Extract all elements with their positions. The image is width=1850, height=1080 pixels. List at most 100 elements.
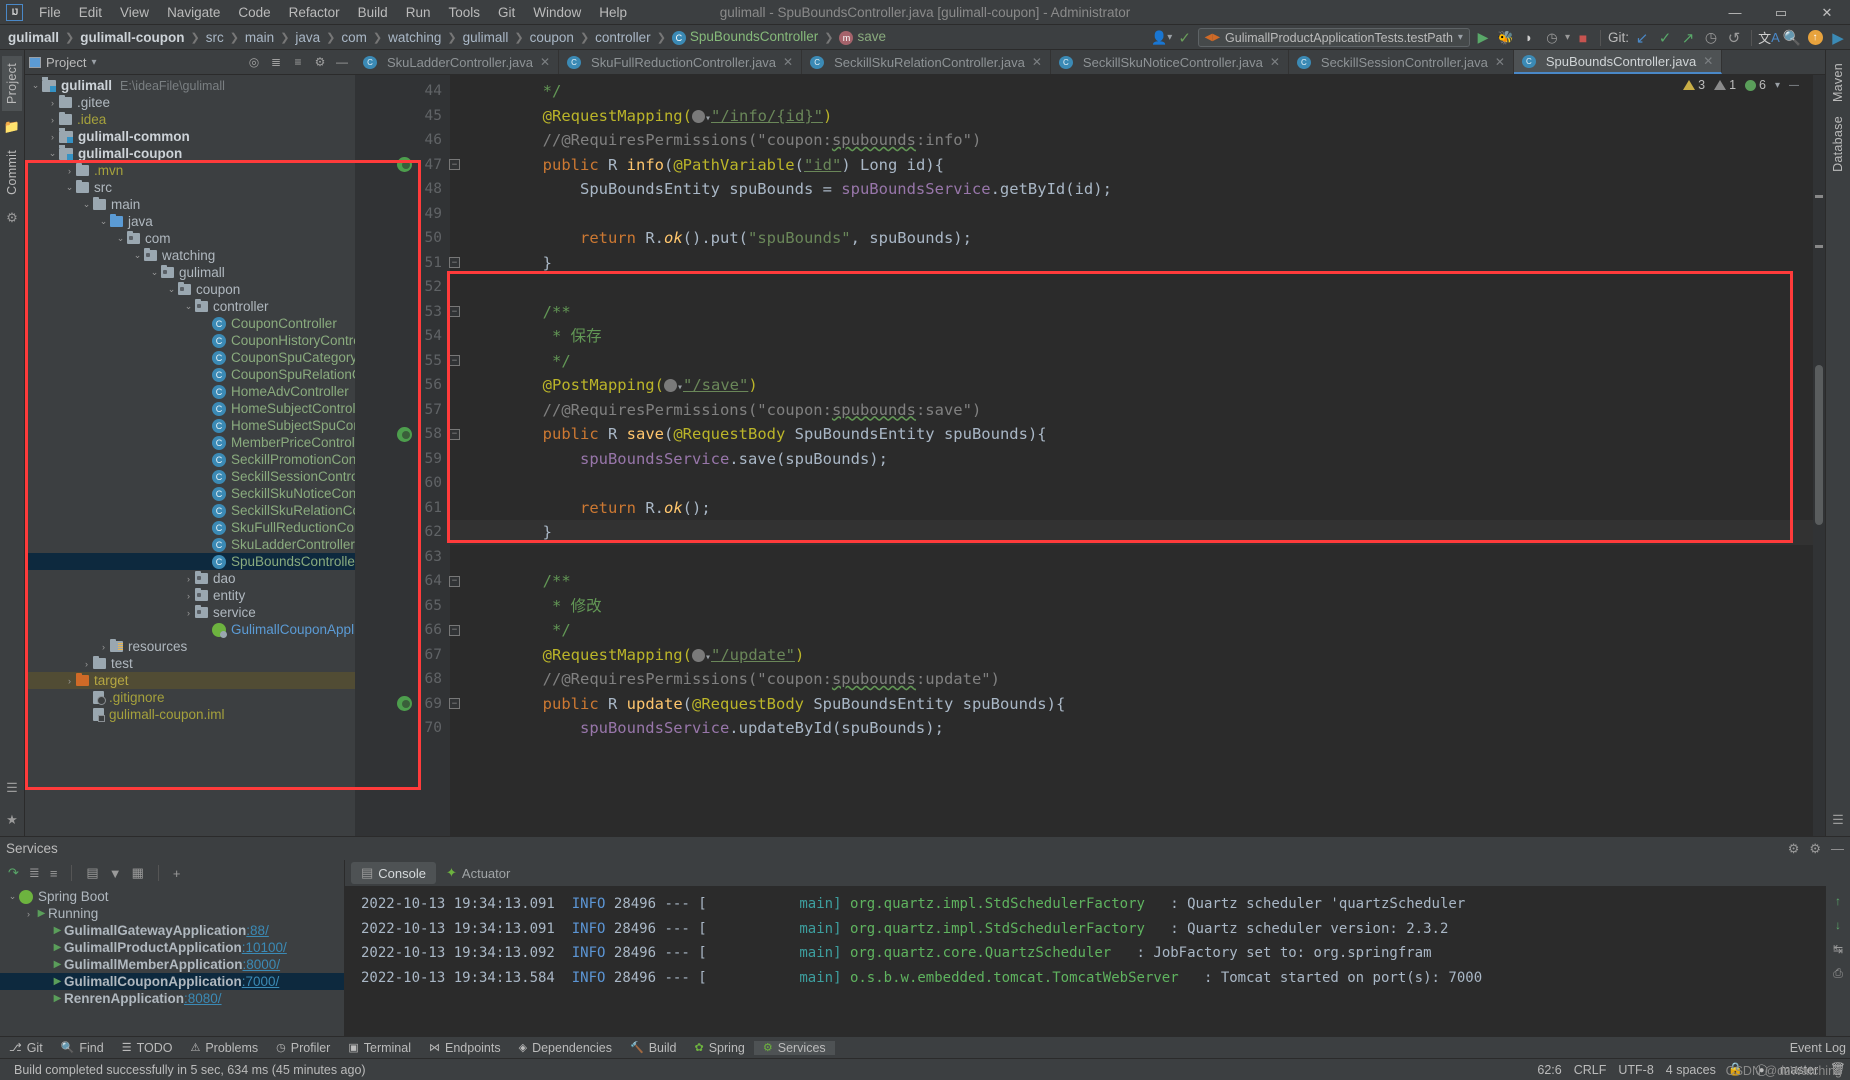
soft-wrap-icon[interactable]: ↹ [1833, 942, 1843, 956]
chevron-down-icon[interactable]: ⌄ [80, 199, 93, 210]
close-icon[interactable]: ✕ [783, 55, 793, 69]
code-line[interactable]: return R.ok().put("spuBounds", spuBounds… [450, 226, 1825, 251]
project-panel-title[interactable]: Project ▾ [29, 55, 97, 70]
tree-node-homesubjectcontroller[interactable]: C HomeSubjectController [25, 400, 355, 417]
close-icon[interactable]: ✕ [1032, 55, 1042, 69]
tree-node-com[interactable]: ⌄ com [25, 230, 355, 247]
chevron-down-icon[interactable]: ⌄ [29, 80, 42, 91]
service-port-link[interactable]: :88/ [246, 923, 269, 938]
line-number[interactable]: 54 [355, 324, 450, 349]
menu-item-edit[interactable]: Edit [70, 2, 111, 23]
run-icon[interactable]: ▶ [1473, 28, 1493, 47]
tree-node--idea[interactable]: › .idea [25, 111, 355, 128]
code-line[interactable]: public R update(@RequestBody SpuBoundsEn… [450, 692, 1825, 717]
menu-item-view[interactable]: View [111, 2, 158, 23]
menu-item-code[interactable]: Code [229, 2, 279, 23]
code-editor[interactable]: 44 45 46 47− 48 49 50 51− 52 53− 54 55− 56 57 58− 59 60 6… [355, 75, 1825, 836]
menu-item-window[interactable]: Window [524, 2, 590, 23]
spring-endpoint-gutter-icon[interactable] [397, 157, 412, 173]
code-line[interactable] [450, 471, 1825, 496]
line-number[interactable]: 58− [355, 422, 460, 447]
console-tab-actuator[interactable]: ✦ Actuator [436, 862, 520, 884]
breadcrumb-item-3[interactable]: main [241, 29, 278, 46]
run-configuration-selector[interactable]: ◀▶ GulimallProductApplicationTests.testP… [1197, 28, 1470, 47]
menu-item-navigate[interactable]: Navigate [158, 2, 229, 23]
tree-node-resources[interactable]: › resources [25, 638, 355, 655]
tree-node-memberpricecontroller[interactable]: C MemberPriceController [25, 434, 355, 451]
tree-node-homeadvcontroller[interactable]: C HomeAdvController [25, 383, 355, 400]
git-update-icon[interactable]: ↙ [1632, 28, 1652, 47]
line-number[interactable]: 56 [355, 373, 450, 398]
tool-window-button-endpoints[interactable]: ⋈ Endpoints [420, 1041, 510, 1055]
maximize-button[interactable]: ▭ [1758, 0, 1804, 25]
chevron-down-icon[interactable]: ⌄ [148, 267, 161, 278]
close-icon[interactable]: ✕ [1495, 55, 1505, 69]
services-gear-icon[interactable]: ⚙ [1809, 841, 1821, 857]
code-line[interactable]: */ [450, 618, 1825, 643]
line-number[interactable]: 47− [355, 153, 460, 178]
chevron-down-icon[interactable]: ⌄ [63, 182, 76, 193]
tool-window-button-todo[interactable]: ☰ TODO [113, 1041, 182, 1055]
profile-icon[interactable]: 👤 ▾ [1151, 28, 1172, 47]
tool-tab-project[interactable]: Project [2, 56, 22, 112]
tree-node-seckillsessioncontroller[interactable]: C SeckillSessionController [25, 468, 355, 485]
line-number[interactable]: 67 [355, 643, 450, 668]
run-coverage-icon[interactable]: ◗ [1519, 28, 1539, 47]
line-number[interactable]: 52 [355, 275, 450, 300]
close-icon[interactable]: ✕ [1270, 55, 1280, 69]
line-number[interactable]: 45 [355, 104, 450, 129]
menu-item-help[interactable]: Help [590, 2, 636, 23]
collapse-all-icon[interactable]: ≡ [50, 866, 58, 881]
console-tab-console[interactable]: ▤ Console [351, 862, 436, 884]
structure-icon[interactable]: ☰ [2, 778, 22, 798]
chevron-right-icon[interactable]: › [22, 909, 35, 919]
tree-node-skuladdercontroller[interactable]: C SkuLadderController [25, 536, 355, 553]
tool-tab-commit[interactable]: Commit [2, 143, 22, 202]
menu-item-tools[interactable]: Tools [439, 2, 489, 23]
gear-icon[interactable]: ⚙ [311, 53, 329, 71]
chevron-down-icon[interactable]: ⌄ [131, 250, 144, 261]
add-icon[interactable]: + [173, 866, 181, 881]
file-encoding[interactable]: UTF-8 [1618, 1063, 1653, 1077]
code-line[interactable] [450, 202, 1825, 227]
code-line[interactable]: @PostMapping(▾"/save") [450, 373, 1825, 398]
git-push-icon[interactable]: ↗ [1678, 28, 1698, 47]
code-line[interactable]: */ [450, 349, 1825, 374]
tree-node-test[interactable]: › test [25, 655, 355, 672]
tree-node--mvn[interactable]: › .mvn [25, 162, 355, 179]
breadcrumb-item-11[interactable]: m save [835, 28, 890, 46]
code-line[interactable]: } [450, 520, 1825, 545]
settings-icon[interactable]: ▦ [132, 865, 144, 881]
commit-icon[interactable]: ⚙ [2, 208, 22, 228]
tool-window-button-problems[interactable]: ⚠ Problems [181, 1041, 267, 1055]
services-tree[interactable]: ⌄ Spring Boot › ▶ Running ▶ GulimallGatewayApp… [0, 886, 344, 1036]
web-mapping-icon[interactable] [691, 648, 705, 662]
menu-item-refactor[interactable]: Refactor [280, 2, 349, 23]
main-menu[interactable]: File Edit View Navigate Code Refactor Build Run… [30, 2, 636, 23]
tool-window-button-spring[interactable]: ✿ Spring [686, 1041, 754, 1055]
editor-tab-skuladdercontroller-java[interactable]: C SkuLadderController.java ✕ [355, 50, 560, 74]
web-mapping-icon[interactable] [691, 109, 705, 123]
chevron-right-icon[interactable]: › [182, 574, 195, 584]
chevron-down-icon[interactable]: ⌄ [165, 284, 178, 295]
services-hide-icon[interactable]: — [1831, 841, 1844, 856]
tree-node-gulimall-coupon-iml[interactable]: gulimall-coupon.iml [25, 706, 355, 723]
console-tab-bar[interactable]: ▤ Console ✦ Actuator [345, 860, 1850, 886]
web-mapping-icon[interactable] [663, 379, 677, 392]
tree-node-skufullreductioncontroller[interactable]: C SkuFullReductionController [25, 519, 355, 536]
service-port-link[interactable]: :10100/ [242, 940, 287, 955]
close-icon[interactable]: ✕ [540, 55, 550, 69]
search-everywhere-icon[interactable]: 🔍 [1782, 28, 1802, 47]
chevron-down-icon[interactable]: ⌄ [182, 301, 195, 312]
spring-endpoint-gutter-icon[interactable] [397, 426, 412, 442]
inspection-minimize-icon[interactable]: — [1789, 80, 1799, 91]
chevron-right-icon[interactable]: › [46, 115, 59, 125]
chevron-down-icon[interactable]: ⌄ [46, 148, 59, 159]
code-line[interactable]: //@RequiresPermissions("coupon:spubounds… [450, 128, 1825, 153]
tree-node-src[interactable]: ⌄ src [25, 179, 355, 196]
line-number[interactable]: 44 [355, 79, 450, 104]
code-line[interactable]: /** [450, 300, 1825, 325]
code-line[interactable]: //@RequiresPermissions("coupon:spubounds… [450, 398, 1825, 423]
bookmarks-icon[interactable]: ★ [2, 810, 22, 830]
chevron-right-icon[interactable]: › [63, 166, 76, 176]
